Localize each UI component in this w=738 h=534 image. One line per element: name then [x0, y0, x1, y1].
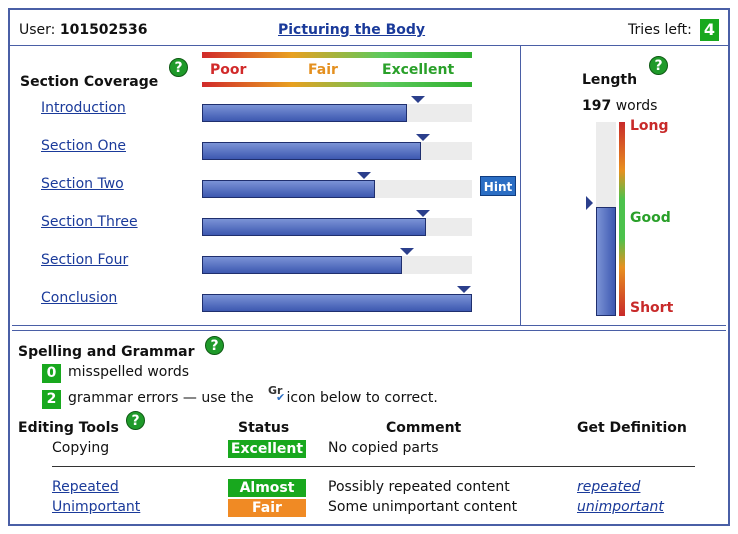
target-marker-icon [411, 96, 425, 103]
app-frame: User: 101502536 Picturing the Body Tries… [8, 8, 730, 526]
misspelled-text: misspelled words [68, 364, 190, 380]
section-link[interactable]: Section One [41, 138, 126, 154]
section-link[interactable]: Section Two [41, 176, 124, 192]
word-count-value: 197 [582, 98, 612, 114]
repeated-tool-link[interactable]: Repeated [52, 479, 119, 495]
status-column-header: Status [238, 420, 290, 436]
scale-gradient-bottom [202, 82, 472, 87]
scale-excellent-label: Excellent [382, 62, 455, 78]
editing-tools-heading: Editing Tools [18, 420, 119, 436]
length-short-label: Short [630, 300, 674, 316]
length-good-label: Good [630, 210, 671, 226]
spelling-help-icon[interactable]: ? [205, 336, 224, 355]
word-count-unit: words [615, 98, 658, 114]
word-count: 197 words [582, 98, 657, 114]
coverage-bar-track [202, 218, 472, 236]
section-divider [12, 325, 726, 331]
grammar-count-badge: 2 [42, 390, 61, 409]
tries-left-badge: 4 [700, 19, 719, 41]
target-marker-icon [357, 172, 371, 179]
length-long-label: Long [630, 118, 669, 134]
scale-poor-label: Poor [210, 62, 247, 78]
section-coverage-panel: Section Coverage ? Poor Fair Excellent I… [12, 46, 521, 325]
coverage-help-icon[interactable]: ? [169, 58, 188, 77]
grammar-text-after: icon below to correct. [286, 390, 438, 406]
coverage-bar-fill [202, 104, 407, 122]
unimportant-comment: Some unimportant content [328, 499, 518, 515]
repeated-comment: Possibly repeated content [328, 479, 510, 495]
target-marker-icon [416, 134, 430, 141]
length-help-icon[interactable]: ? [649, 56, 668, 75]
editing-divider [52, 466, 695, 467]
copying-status-badge: Excellent [228, 440, 306, 458]
coverage-bar-track [202, 256, 472, 274]
document-title-link[interactable]: Picturing the Body [278, 22, 425, 38]
spelling-grammar-heading: Spelling and Grammar [18, 344, 195, 360]
coverage-bar-fill [202, 294, 472, 312]
length-marker-icon [586, 196, 593, 210]
length-panel: Length ? 197 words Long Good Short [522, 46, 725, 325]
coverage-scale: Poor Fair Excellent [202, 52, 472, 87]
section-link[interactable]: Section Four [41, 252, 128, 268]
grammar-text: grammar errors — use the icon below to c… [68, 390, 438, 406]
unimportant-status-badge: Fair [228, 499, 306, 517]
copying-tool-label: Copying [52, 440, 110, 456]
hint-button[interactable]: Hint [480, 176, 516, 196]
scale-gradient-top [202, 52, 472, 58]
coverage-bar-fill [202, 142, 421, 160]
user-id: 101502536 [59, 22, 148, 38]
section-link[interactable]: Introduction [41, 100, 126, 116]
coverage-bar-fill [202, 256, 402, 274]
section-link[interactable]: Conclusion [41, 290, 117, 306]
comment-column-header: Comment [386, 420, 462, 436]
target-marker-icon [416, 210, 430, 217]
length-gauge-fill [596, 207, 616, 316]
coverage-bar-fill [202, 180, 375, 198]
target-marker-icon [400, 248, 414, 255]
length-gauge-track [596, 122, 616, 316]
grammar-text-before: grammar errors — use the [68, 390, 254, 406]
target-marker-icon [457, 286, 471, 293]
user-info: User: 101502536 [19, 22, 148, 38]
user-label: User: [19, 22, 56, 38]
length-heading: Length [582, 72, 638, 88]
unimportant-definition-link[interactable]: unimportant [577, 499, 664, 515]
definition-column-header: Get Definition [577, 420, 687, 436]
editing-help-icon[interactable]: ? [126, 411, 145, 430]
tries-left-label: Tries left: [628, 22, 692, 38]
repeated-definition-link[interactable]: repeated [577, 479, 640, 495]
coverage-bar-track [202, 180, 472, 198]
repeated-status-badge: Almost [228, 479, 306, 497]
misspelled-count-badge: 0 [42, 364, 61, 383]
grammar-check-mark-icon: ✔ [276, 391, 286, 404]
section-link[interactable]: Section Three [41, 214, 138, 230]
coverage-bar-track [202, 142, 472, 160]
coverage-bar-track [202, 104, 472, 122]
coverage-bar-track [202, 294, 472, 312]
section-coverage-heading: Section Coverage [20, 74, 159, 90]
length-scale-gradient [619, 122, 625, 316]
unimportant-tool-link[interactable]: Unimportant [52, 499, 140, 515]
scale-fair-label: Fair [308, 62, 338, 78]
top-bar: User: 101502536 Picturing the Body Tries… [10, 10, 728, 46]
coverage-bar-fill [202, 218, 426, 236]
copying-comment: No copied parts [328, 440, 439, 456]
